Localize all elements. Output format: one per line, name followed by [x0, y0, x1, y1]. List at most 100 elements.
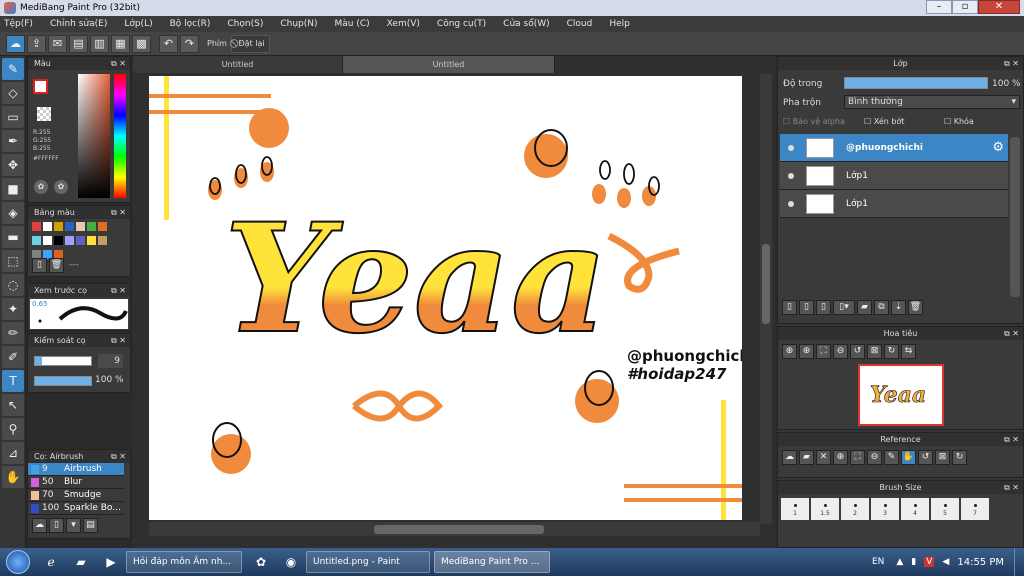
layer-opacity-slider[interactable]: [844, 77, 988, 89]
cloud-load-icon[interactable]: ☁: [782, 450, 797, 465]
close-icon[interactable]: ⧉ ✕: [1004, 433, 1019, 446]
ref-zoom-in-icon[interactable]: ⊕: [833, 450, 848, 465]
eye-icon[interactable]: [788, 173, 794, 179]
doc-tab-2[interactable]: Untitled: [343, 56, 555, 73]
merge-icon[interactable]: ⇣: [891, 300, 906, 315]
clipping-checkbox[interactable]: ☐ Xén bớt: [864, 117, 904, 126]
trash-icon[interactable]: 🗑: [49, 258, 64, 273]
task-paint[interactable]: Untitled.png - Paint: [306, 551, 430, 573]
doc-tab-1[interactable]: Untitled: [133, 56, 343, 73]
select-pen-icon[interactable]: ✏: [2, 322, 24, 344]
zoom-out-icon[interactable]: ⊖: [833, 344, 848, 359]
paint-pinned-icon[interactable]: ✿: [248, 551, 274, 573]
palette-swatch[interactable]: [76, 236, 85, 245]
lasso-icon[interactable]: ◌: [2, 274, 24, 296]
vertical-scrollbar[interactable]: [760, 74, 772, 524]
volume-icon[interactable]: ◀: [942, 557, 949, 567]
layer-scrollbar[interactable]: [1010, 137, 1020, 297]
brush-opacity-slider[interactable]: [34, 376, 92, 386]
brush-list-item[interactable]: 9 Airbrush: [28, 463, 124, 476]
new-halftone-icon[interactable]: ▯: [799, 300, 814, 315]
language-indicator[interactable]: EN: [872, 557, 884, 567]
trash-icon[interactable]: 🗑: [908, 300, 923, 315]
brush-add-icon[interactable]: ▯: [49, 518, 64, 533]
panel-icon[interactable]: ▦: [111, 34, 130, 53]
text-tool-icon[interactable]: T: [2, 370, 24, 392]
ref-rotate-right-icon[interactable]: ↻: [952, 450, 967, 465]
menu-window[interactable]: Cửa sổ(W): [503, 19, 549, 29]
brush-size-value[interactable]: 9: [98, 354, 123, 368]
grid-icon[interactable]: ▩: [132, 34, 151, 53]
brush-size-cell[interactable]: 1: [781, 498, 809, 520]
gear-icon[interactable]: ⚙: [992, 140, 1004, 155]
ref-hand-icon[interactable]: ✋: [901, 450, 916, 465]
palette-swatch[interactable]: [54, 222, 63, 231]
close-icon[interactable]: ⧉ ✕: [1004, 57, 1019, 70]
rotate-left-icon[interactable]: ↺: [850, 344, 865, 359]
palette-swatch[interactable]: [98, 222, 107, 231]
palette-swatch[interactable]: [65, 236, 74, 245]
duplicate-icon[interactable]: ⧉: [874, 300, 889, 315]
ref-rotate-left-icon[interactable]: ↺: [918, 450, 933, 465]
alpha-protect-checkbox[interactable]: ☐ Bảo vệ alpha: [783, 117, 845, 126]
menu-view[interactable]: Xem(V): [387, 19, 420, 29]
eyedropper-icon[interactable]: ⚲: [2, 418, 24, 440]
close-button[interactable]: ✕: [978, 0, 1020, 14]
layer-row[interactable]: @phuongchichi ⚙: [780, 134, 1008, 162]
flip-icon[interactable]: ⇆: [901, 344, 916, 359]
brush-page-icon[interactable]: ▤: [83, 518, 98, 533]
close-ref-icon[interactable]: ✕: [816, 450, 831, 465]
media-player-icon[interactable]: ▶: [98, 551, 124, 573]
palette-add-icon[interactable]: ✿: [54, 180, 68, 194]
reset-view-icon[interactable]: ⊠: [867, 344, 882, 359]
brush-size-cell[interactable]: 4: [901, 498, 929, 520]
pen-icon[interactable]: ✒: [2, 130, 24, 152]
menu-help[interactable]: Help: [609, 19, 630, 29]
zoom-in-2-icon[interactable]: ⊕: [799, 344, 814, 359]
palette-swatch[interactable]: [32, 222, 41, 231]
blend-mode-select[interactable]: Bình thường ▾: [844, 95, 1020, 109]
task-browser[interactable]: Hỏi đáp môn Âm nh...: [126, 551, 242, 573]
bucket-icon[interactable]: ◈: [2, 202, 24, 224]
palette-swatch[interactable]: [98, 236, 107, 245]
secondary-color-swatch[interactable]: [37, 107, 51, 121]
magic-wand-icon[interactable]: ✦: [2, 298, 24, 320]
open-folder-icon[interactable]: ▰: [799, 450, 814, 465]
primary-color-swatch[interactable]: [33, 79, 48, 94]
minimize-button[interactable]: –: [926, 0, 952, 14]
horizontal-scrollbar[interactable]: [149, 522, 760, 536]
menu-tools[interactable]: Công cụ(T): [437, 19, 486, 29]
menu-edit[interactable]: Chỉnh sửa(E): [50, 19, 107, 29]
ie-icon[interactable]: ℯ: [38, 551, 64, 573]
close-icon[interactable]: ⧉ ✕: [111, 334, 126, 347]
eye-icon[interactable]: [788, 145, 794, 151]
folder-icon[interactable]: ▰: [857, 300, 872, 315]
eraser-icon[interactable]: ◇: [2, 82, 24, 104]
brush-size-cell[interactable]: 5: [931, 498, 959, 520]
ref-zoom-out-icon[interactable]: ⊖: [867, 450, 882, 465]
close-icon[interactable]: ⧉ ✕: [1004, 481, 1019, 494]
ref-reset-icon[interactable]: ⊠: [935, 450, 950, 465]
menu-filter[interactable]: Bộ lọc(R): [170, 19, 211, 29]
share-icon[interactable]: ⇪: [27, 34, 46, 53]
brush-cloud-icon[interactable]: ☁: [32, 518, 47, 533]
pages-icon[interactable]: ▥: [90, 34, 109, 53]
close-icon[interactable]: ⧉ ✕: [111, 57, 126, 70]
menu-snap[interactable]: Chụp(N): [280, 19, 317, 29]
cloud-icon[interactable]: ☁: [6, 34, 25, 53]
task-medibang[interactable]: MediBang Paint Pro ...: [434, 551, 550, 573]
show-desktop-button[interactable]: [1014, 548, 1024, 576]
chrome-icon[interactable]: ◉: [278, 551, 304, 573]
hue-slider[interactable]: [114, 74, 126, 198]
layer-row[interactable]: Lớp1: [780, 162, 1008, 190]
tray-arrow-icon[interactable]: ▲: [896, 557, 903, 567]
network-icon[interactable]: ▮: [911, 557, 916, 567]
explorer-icon[interactable]: ▰: [68, 551, 94, 573]
reset-button[interactable]: ⃠ Đặt lại: [230, 34, 270, 53]
zoom-in-icon[interactable]: ⊕: [782, 344, 797, 359]
eye-icon[interactable]: [788, 201, 794, 207]
brush-options-icon[interactable]: ▾: [66, 518, 81, 533]
saturation-box[interactable]: [78, 74, 110, 198]
menu-select[interactable]: Chọn(S): [227, 19, 263, 29]
brush-size-cell[interactable]: 1.5: [811, 498, 839, 520]
